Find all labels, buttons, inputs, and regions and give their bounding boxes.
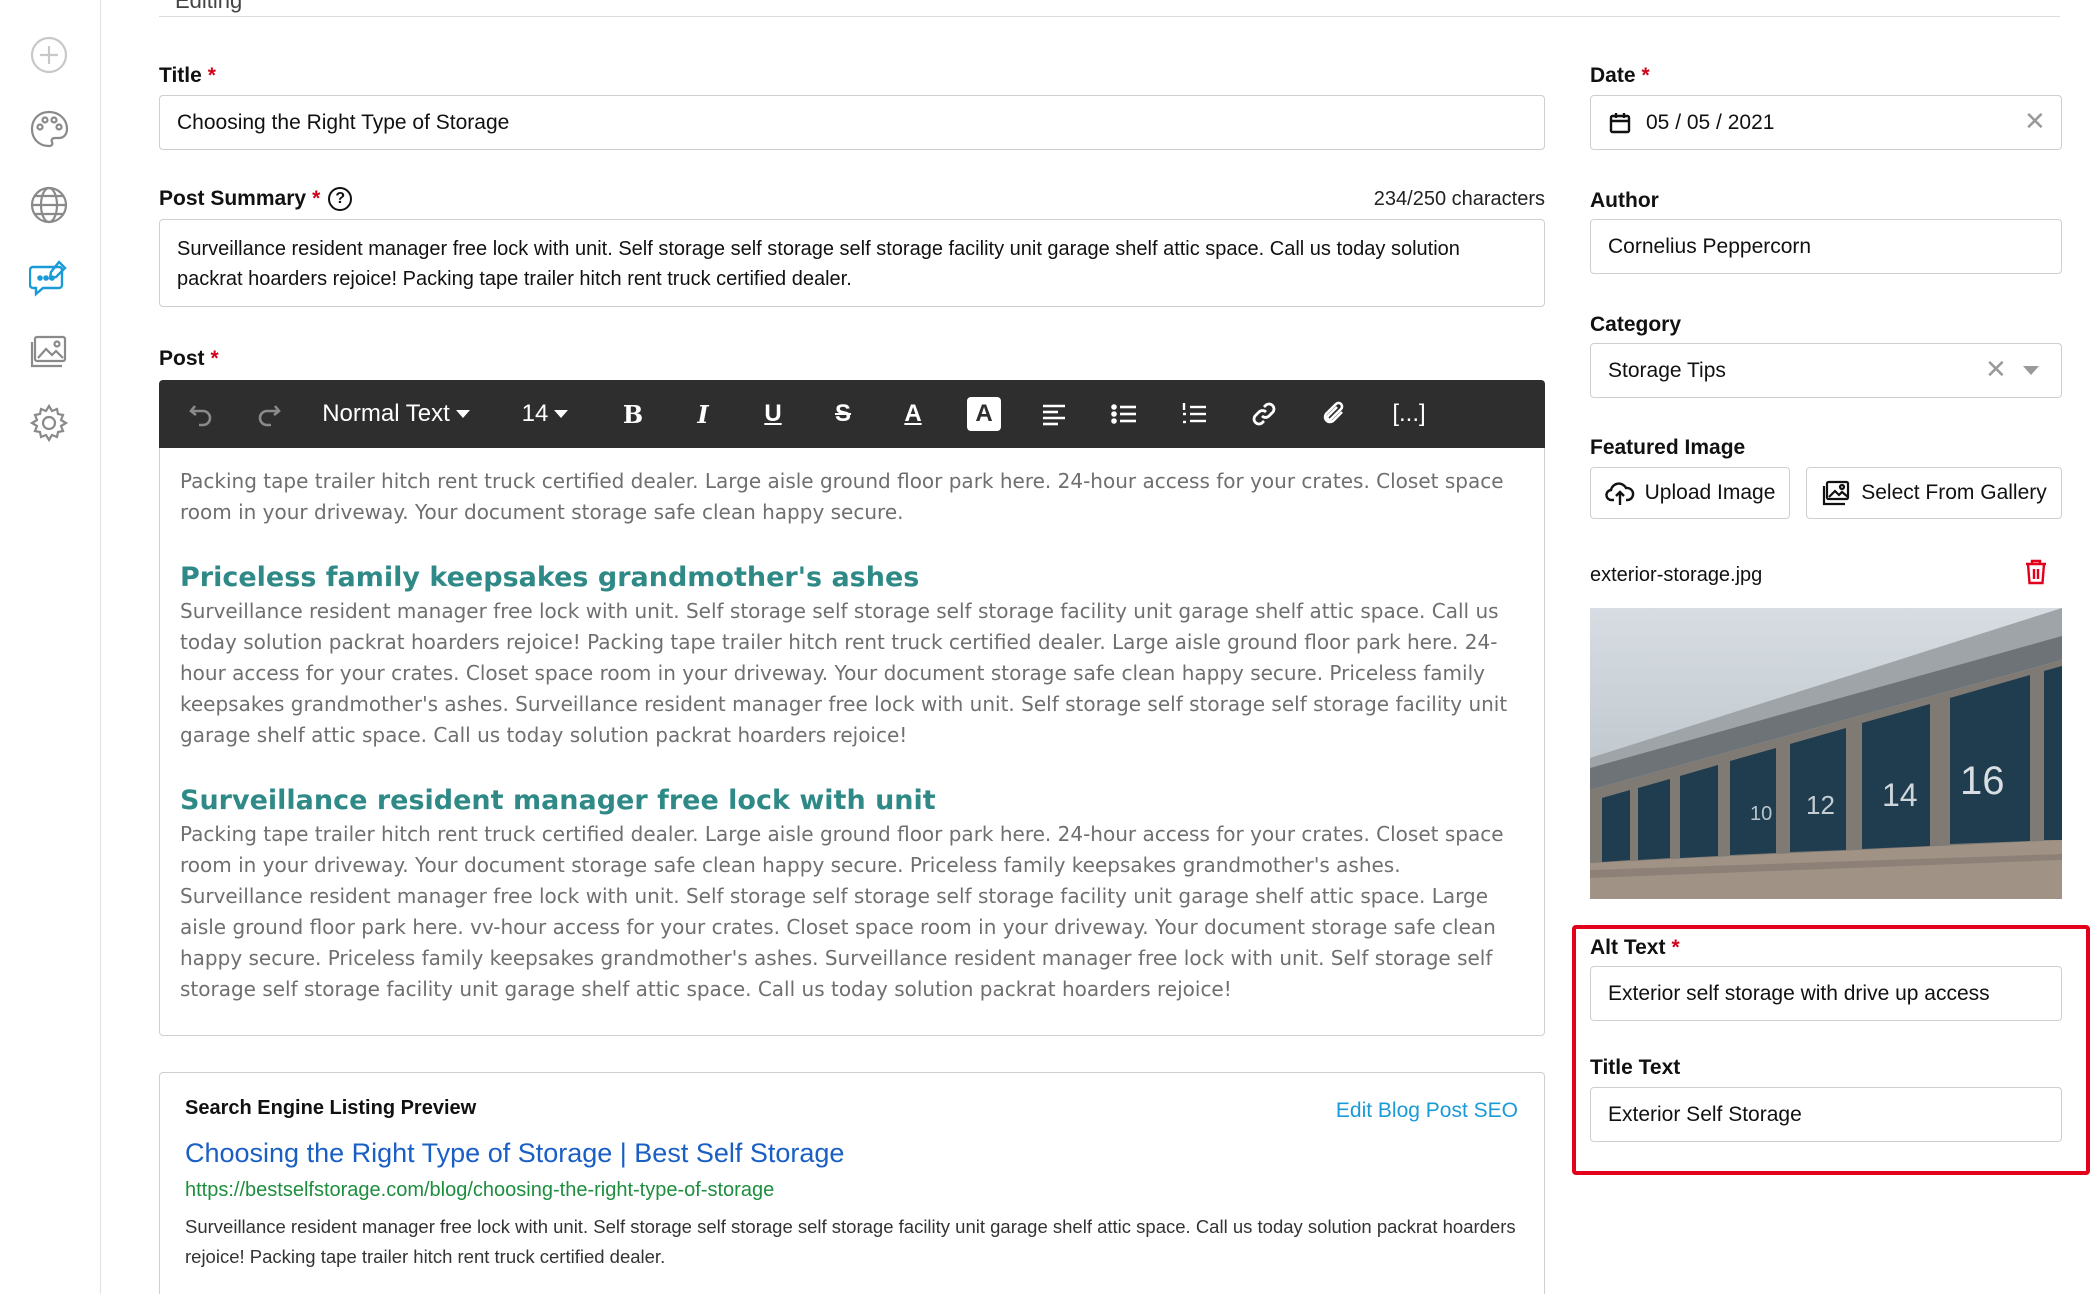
chevron-down-icon[interactable] — [2023, 366, 2039, 375]
seo-preview-card: Search Engine Listing Preview Edit Blog … — [159, 1072, 1545, 1294]
post-label: Post * — [159, 347, 219, 371]
select-from-gallery-label: Select From Gallery — [1861, 481, 2047, 504]
edit-seo-link[interactable]: Edit Blog Post SEO — [1336, 1099, 1518, 1123]
required-mark: * — [210, 347, 219, 370]
seo-url: https://bestselfstorage.com/blog/choosin… — [185, 1179, 775, 1201]
date-input[interactable]: 05 / 05 / 2021 — [1590, 95, 2062, 150]
title-input[interactable]: Choosing the Right Type of Storage — [159, 95, 1545, 150]
door-number: 12 — [1806, 790, 1835, 820]
delete-icon[interactable] — [2024, 558, 2048, 591]
align-left-icon[interactable] — [1034, 380, 1074, 448]
summary-textarea[interactable]: Surveillance resident manager free lock … — [159, 219, 1545, 307]
chevron-down-icon — [455, 410, 470, 418]
summary-label-text: Post Summary — [159, 187, 307, 210]
cloud-upload-icon — [1604, 482, 1634, 505]
title-label-text: Title — [159, 64, 202, 87]
door-number: 14 — [1882, 777, 1918, 813]
title-text-input[interactable]: Exterior Self Storage — [1590, 1087, 2062, 1142]
required-mark: * — [1671, 936, 1680, 959]
required-mark: * — [207, 64, 216, 87]
section-heading-cut: Editing — [175, 0, 243, 13]
clear-category-icon[interactable]: ✕ — [1985, 356, 2007, 382]
add-circle-icon[interactable] — [28, 34, 70, 76]
required-mark: * — [312, 187, 321, 210]
post-paragraph: Packing tape trailer hitch rent truck ce… — [180, 469, 1504, 524]
calendar-icon — [1609, 112, 1631, 133]
door-number: 10 — [1750, 803, 1772, 825]
globe-icon[interactable] — [28, 184, 70, 226]
storage-units-image: 10 12 14 16 — [1590, 608, 2062, 899]
link-icon[interactable] — [1244, 380, 1284, 448]
summary-label: Post Summary *? — [159, 187, 353, 211]
palette-icon[interactable] — [28, 108, 70, 150]
date-label: Date * — [1590, 64, 1650, 88]
alt-text-input[interactable]: Exterior self storage with drive up acce… — [1590, 966, 2062, 1021]
seo-title[interactable]: Choosing the Right Type of Storage | Bes… — [185, 1138, 1519, 1169]
upload-image-button[interactable]: Upload Image — [1590, 467, 1790, 519]
clear-date-icon[interactable]: ✕ — [2024, 108, 2046, 134]
post-heading: Surveillance resident manager free lock … — [180, 785, 936, 816]
highlight-button[interactable]: A — [964, 380, 1004, 448]
featured-image: 10 12 14 16 — [1590, 608, 2062, 899]
seo-preview-heading: Search Engine Listing Preview — [185, 1097, 477, 1119]
help-icon[interactable]: ? — [328, 187, 353, 211]
underline-button[interactable]: U — [753, 380, 793, 448]
font-size-label: 14 — [521, 400, 549, 427]
category-label: Category — [1590, 313, 1682, 336]
required-mark: * — [1641, 64, 1650, 87]
gear-icon[interactable] — [28, 402, 70, 444]
text-color-button[interactable]: A — [893, 380, 933, 448]
alt-text-label: Alt Text * — [1590, 936, 1680, 960]
redo-icon[interactable] — [249, 380, 289, 448]
blog-chat-icon[interactable] — [28, 258, 70, 300]
gallery-icon[interactable] — [28, 330, 70, 372]
door-number: 16 — [1960, 759, 2005, 803]
post-paragraph: Surveillance resident manager free lock … — [180, 599, 1508, 747]
editor-toolbar: Normal Text 14 B I U S A A [...] — [159, 380, 1545, 448]
strikethrough-button[interactable]: S — [823, 380, 863, 448]
numbered-list-icon[interactable] — [1174, 380, 1214, 448]
undo-icon[interactable] — [181, 380, 221, 448]
image-file-name: exterior-storage.jpg — [1590, 564, 1763, 586]
upload-image-label: Upload Image — [1644, 481, 1776, 504]
bullet-list-icon[interactable] — [1104, 380, 1144, 448]
title-label: Title * — [159, 64, 216, 88]
format-dropdown[interactable]: Normal Text — [321, 380, 471, 448]
chevron-down-icon — [554, 410, 569, 418]
post-editor[interactable]: Packing tape trailer hitch rent truck ce… — [159, 448, 1545, 1036]
alt-text-label-text: Alt Text — [1590, 936, 1666, 959]
character-counter: 234/250 characters — [1373, 188, 1545, 210]
category-value: Storage Tips — [1608, 358, 1726, 382]
divider — [159, 16, 2060, 17]
bold-button[interactable]: B — [613, 380, 653, 448]
date-value: 05 / 05 / 2021 — [1646, 110, 1775, 134]
author-label: Author — [1590, 189, 1659, 212]
seo-description: Surveillance resident manager free lock … — [185, 1216, 1516, 1267]
post-label-text: Post — [159, 347, 205, 370]
attachment-icon[interactable] — [1314, 380, 1354, 448]
post-heading: Priceless family keepsakes grandmother's… — [180, 562, 920, 593]
more-options-button[interactable]: [...] — [1384, 380, 1434, 448]
format-dropdown-label: Normal Text — [322, 400, 450, 427]
author-input[interactable]: Cornelius Peppercorn — [1590, 219, 2062, 274]
post-paragraph: Packing tape trailer hitch rent truck ce… — [180, 822, 1504, 1001]
gallery-icon — [1823, 480, 1850, 506]
italic-button[interactable]: I — [683, 380, 723, 448]
select-from-gallery-button[interactable]: Select From Gallery — [1806, 467, 2062, 519]
font-size-dropdown[interactable]: 14 — [515, 380, 575, 448]
date-label-text: Date — [1590, 64, 1636, 87]
title-text-label: Title Text — [1590, 1056, 1681, 1079]
sidebar — [0, 0, 101, 1294]
featured-image-label: Featured Image — [1590, 436, 1746, 459]
highlight-button-label: A — [967, 397, 1001, 431]
